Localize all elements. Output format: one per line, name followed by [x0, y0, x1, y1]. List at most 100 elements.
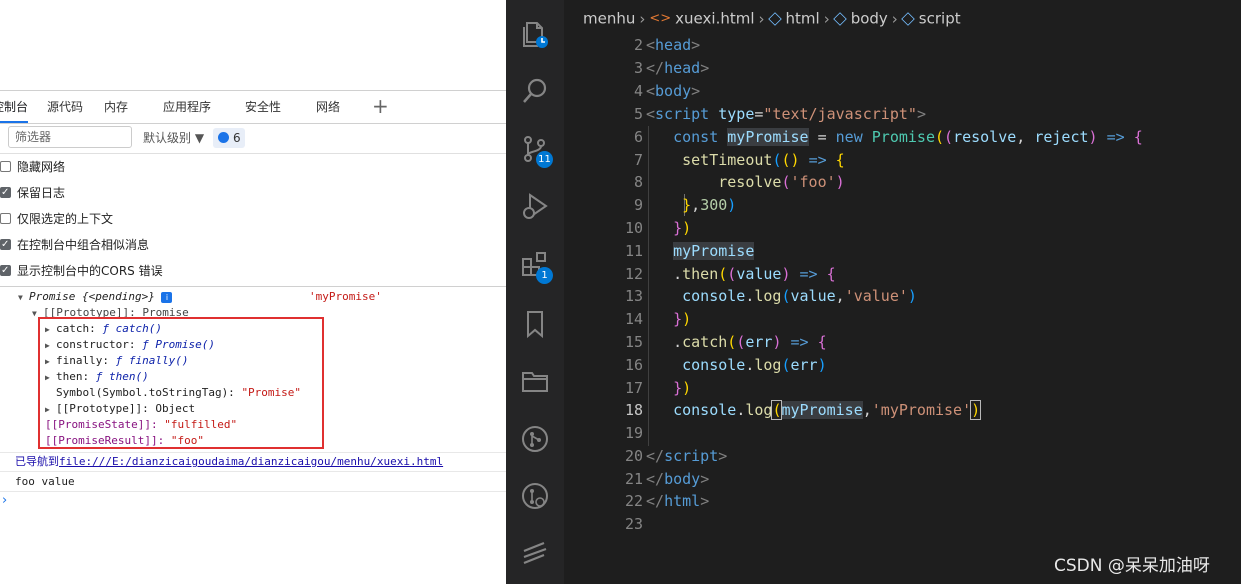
tab-application[interactable]: 应用程序: [163, 91, 211, 123]
line-number: 6: [633, 128, 643, 146]
breadcrumb-script[interactable]: script: [919, 10, 961, 28]
breadcrumb-file[interactable]: xuexi.html: [675, 10, 754, 28]
code-line: }): [673, 310, 692, 328]
divider: [0, 471, 506, 472]
code-line: <head>: [646, 36, 701, 54]
run-debug-icon[interactable]: [520, 191, 550, 221]
setting-cors-errors[interactable]: 显示控制台中的CORS 错误: [0, 258, 506, 284]
setting-selected-context[interactable]: 仅限选定的上下文: [0, 206, 506, 232]
symbol-icon: [767, 11, 782, 26]
navigation-message: 已导航到file:///E:/dianzicaigoudaima/dianzic…: [15, 455, 444, 468]
code-line: myPromise: [673, 242, 755, 260]
line-number: 20: [624, 447, 643, 465]
explorer-icon[interactable]: [520, 19, 550, 49]
log-output-line: foo value: [15, 475, 75, 488]
line-number: 4: [633, 82, 643, 100]
bookmark-icon[interactable]: [520, 309, 550, 339]
checkbox[interactable]: [0, 232, 11, 258]
console-filter-bar: 筛选器 默认级别 ▼ 6: [0, 123, 506, 154]
code-line: </html>: [646, 492, 710, 510]
line-number: 13: [624, 287, 643, 305]
plus-icon[interactable]: +: [372, 91, 389, 123]
remote-icon[interactable]: [520, 539, 550, 569]
log-level-dropdown[interactable]: 默认级别 ▼: [143, 129, 204, 146]
git-graph-icon[interactable]: [520, 424, 550, 454]
line-number: 2: [633, 36, 643, 54]
checkbox[interactable]: [0, 180, 11, 206]
divider: [0, 491, 506, 492]
checkbox[interactable]: [0, 258, 11, 284]
navigation-link[interactable]: file:///E:/dianzicaigoudaima/dianzicaigo…: [59, 455, 443, 468]
checkbox[interactable]: [0, 213, 11, 224]
line-number: 12: [624, 265, 643, 283]
activity-bar: 11 1: [506, 0, 564, 584]
tab-security[interactable]: 安全性: [245, 91, 281, 123]
setting-hide-network[interactable]: 隐藏网络: [0, 154, 506, 180]
extensions-icon[interactable]: 1: [520, 250, 553, 284]
expand-triangle-icon[interactable]: ▶: [45, 338, 56, 354]
promise-state-line: [[PromiseState]]: "fulfilled": [45, 418, 238, 431]
breadcrumb-body[interactable]: body: [851, 10, 888, 28]
message-count: 6: [233, 131, 241, 145]
tostringtag-line: Symbol(Symbol.toStringTag): "Promise": [56, 386, 302, 399]
code-line: },300): [682, 196, 737, 214]
chevron-right-icon: ›: [639, 9, 646, 28]
filter-input[interactable]: 筛选器: [8, 126, 132, 148]
code-line: </head>: [646, 59, 710, 77]
search-icon[interactable]: [520, 76, 550, 106]
line-number: 8: [633, 173, 643, 191]
code-editor[interactable]: 2 3 4 5 6 7 8 9 10 11 12 13 14 15 16 17 …: [564, 34, 1241, 584]
promise-log-line[interactable]: ▼ Promise {<pending>} i: [18, 289, 173, 306]
setting-preserve-log[interactable]: 保留日志: [0, 180, 506, 206]
breadcrumb-html[interactable]: html: [786, 10, 820, 28]
chevron-right-icon: ›: [758, 9, 765, 28]
line-number: 23: [624, 515, 643, 533]
expand-triangle-icon[interactable]: ▶: [45, 322, 56, 338]
inner-prototype-line[interactable]: ▶ [[Prototype]]: Object: [45, 401, 195, 417]
expand-triangle-icon[interactable]: ▶: [45, 354, 56, 370]
setting-group-similar[interactable]: 在控制台中组合相似消息: [0, 232, 506, 258]
line-number: 19: [624, 424, 643, 442]
chevron-right-icon: ›: [823, 9, 830, 28]
message-count-badge[interactable]: 6: [213, 128, 245, 148]
line-number: 14: [624, 310, 643, 328]
line-number: 5: [633, 105, 643, 123]
tab-console[interactable]: 控制台: [0, 91, 29, 123]
code-line: .catch((err) => {: [646, 333, 827, 351]
tab-network[interactable]: 网络: [316, 91, 340, 123]
line-number: 11: [624, 242, 643, 260]
tab-sources[interactable]: 源代码: [47, 91, 83, 123]
source-control-icon[interactable]: 11: [520, 134, 553, 168]
line-number: 15: [624, 333, 643, 351]
code-line: const myPromise = new Promise((resolve, …: [673, 128, 1143, 146]
breadcrumb-folder[interactable]: menhu: [583, 10, 635, 28]
tab-memory[interactable]: 内存: [104, 91, 128, 123]
watermark: CSDN @呆呆加油呀: [1054, 556, 1210, 576]
expand-triangle-icon[interactable]: ▼: [18, 290, 29, 306]
line-number-current: 18: [624, 401, 643, 419]
line-number: 22: [624, 492, 643, 510]
message-icon: [218, 132, 229, 143]
source-control-badge: 11: [536, 151, 553, 168]
line-number: 9: [633, 196, 643, 214]
console-prompt[interactable]: ›: [2, 493, 7, 508]
proto-item-finally[interactable]: ▶ finally: ƒ finally(): [45, 353, 188, 369]
code-line: resolve('foo'): [718, 173, 845, 191]
divider: [0, 452, 506, 453]
checkbox[interactable]: [0, 161, 11, 172]
code-line: console.log(value,'value'): [682, 287, 917, 305]
line-number: 10: [624, 219, 643, 237]
code-line: }): [673, 379, 692, 397]
folder-icon[interactable]: [520, 366, 550, 396]
proto-item-constructor[interactable]: ▶ constructor: ƒ Promise(): [45, 337, 215, 353]
proto-item-then[interactable]: ▶ then: ƒ then(): [45, 369, 149, 385]
expand-triangle-icon[interactable]: ▶: [45, 370, 56, 386]
promise-result-line: [[PromiseResult]]: "foo": [45, 434, 204, 447]
code-line: .then((value) => {: [646, 265, 836, 283]
console-output: [0, 286, 506, 287]
code-line-current: console.log(myPromise,'myPromise'): [673, 400, 982, 420]
expand-triangle-icon[interactable]: ▶: [45, 402, 56, 418]
git-history-icon[interactable]: [520, 481, 550, 511]
proto-item-catch[interactable]: ▶ catch: ƒ catch(): [45, 321, 162, 337]
html-file-icon: <>: [649, 11, 672, 26]
